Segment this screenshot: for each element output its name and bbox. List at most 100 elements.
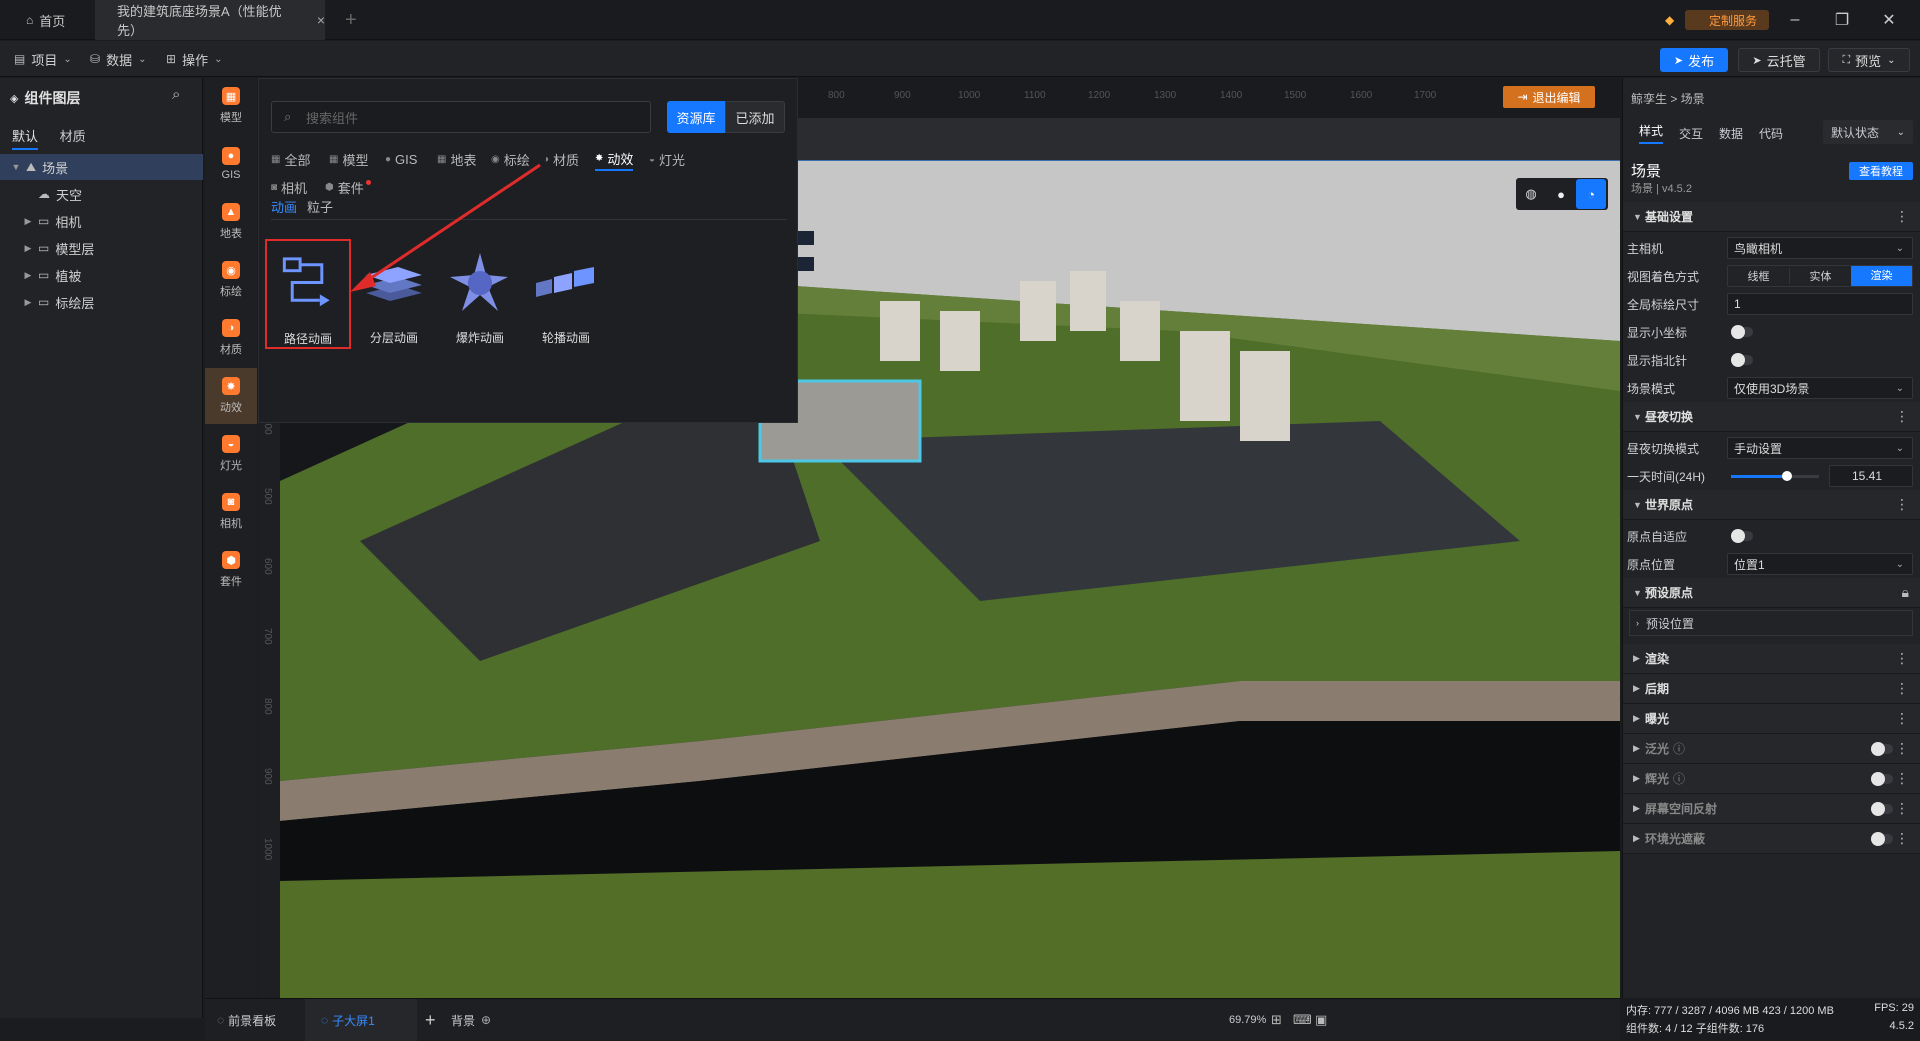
category-model[interactable]: ▦ 模型 — [205, 78, 257, 134]
library-tab-button[interactable]: 资源库 — [667, 101, 725, 133]
tree-item-models[interactable]: ▶ ▭ 模型层 — [0, 235, 203, 261]
time-slider-knob[interactable] — [1782, 471, 1793, 481]
custom-service-badge[interactable]: ◆ 定制服务 — [1665, 10, 1769, 30]
category-effect[interactable]: ✸ 动效 — [205, 368, 257, 424]
tree-item-sky[interactable]: ☁ 天空 — [0, 181, 203, 207]
tab-subscreen[interactable]: ◌ 子大屏1 — [305, 999, 417, 1041]
section-render[interactable]: ▶ 渲染 ⋮ — [1623, 644, 1920, 674]
more-icon[interactable]: ⋮ — [1895, 208, 1909, 225]
menu-data[interactable]: ⛁ 数据 ⌄ — [90, 41, 146, 77]
category-marker[interactable]: ◉ 标绘 — [205, 252, 257, 308]
category-terrain[interactable]: ▲ 地表 — [205, 194, 257, 250]
menu-operate[interactable]: ⊞ 操作 ⌄ — [166, 41, 222, 77]
keyboard-icon[interactable]: ⌨ — [1293, 999, 1312, 1041]
section-basic[interactable]: ▼ 基础设置 ⋮ — [1623, 202, 1920, 232]
tab-data[interactable]: 数据 — [1719, 125, 1743, 142]
publish-button[interactable]: ➤ 发布 — [1660, 48, 1728, 72]
render-sphere-icon[interactable]: ◔ — [1576, 179, 1606, 209]
section-daynight[interactable]: ▼ 昼夜切换 ⋮ — [1623, 402, 1920, 432]
layer-tab-default[interactable]: 默认 — [12, 129, 39, 150]
component-path-animation[interactable]: 路径动画 — [265, 239, 351, 349]
tree-item-camera[interactable]: ▶ ▭ 相机 — [0, 208, 203, 234]
close-window-icon[interactable]: ✕ — [1877, 8, 1901, 32]
menu-project[interactable]: ▤ 项目 ⌄ — [14, 41, 72, 77]
category-kit[interactable]: ⬢ 套件 — [205, 542, 257, 598]
more-icon[interactable]: ⋮ — [1895, 770, 1909, 787]
origin-pos-select[interactable]: 位置1 ⌄ — [1727, 553, 1913, 575]
tree-item-vegetation[interactable]: ▶ ▭ 植被 — [0, 262, 203, 288]
more-icon[interactable]: ⋮ — [1895, 800, 1909, 817]
added-tab-button[interactable]: 已添加 — [725, 101, 785, 133]
more-icon[interactable]: ⋮ — [1895, 496, 1909, 513]
component-search-input[interactable]: ⌕ 搜索组件 — [271, 101, 651, 133]
section-origin[interactable]: ▼ 世界原点 ⋮ — [1623, 490, 1920, 520]
close-tab-icon[interactable]: × — [317, 12, 325, 28]
shading-render[interactable]: 渲染 — [1851, 266, 1912, 286]
section-flood[interactable]: ▶ 泛光 ⓘ ⋮ — [1623, 734, 1920, 764]
preset-position-row[interactable]: › 预设位置 — [1629, 610, 1913, 636]
section-glow[interactable]: ▶ 辉光 ⓘ ⋮ — [1623, 764, 1920, 794]
filter-all[interactable]: ▦ 全部 — [271, 147, 310, 171]
category-gis[interactable]: ● GIS — [205, 136, 257, 192]
preview-button[interactable]: ⛶ 预览 ⌄ — [1828, 48, 1910, 72]
fit-screen-icon[interactable]: ⊞ — [1271, 999, 1282, 1041]
more-icon[interactable]: ⋮ — [1895, 680, 1909, 697]
tree-item-markers[interactable]: ▶ ▭ 标绘层 — [0, 289, 203, 315]
tab-home[interactable]: ⌂ 首页 — [0, 0, 95, 40]
state-select[interactable]: 默认状态 ⌄ — [1823, 120, 1913, 144]
origin-auto-toggle[interactable] — [1731, 529, 1753, 543]
solid-sphere-icon[interactable]: ● — [1546, 187, 1576, 202]
tab-interaction[interactable]: 交互 — [1679, 125, 1703, 142]
main-camera-select[interactable]: 鸟瞰相机 ⌄ — [1727, 237, 1913, 259]
subtab-particle[interactable]: 粒子 — [307, 197, 333, 216]
add-tab-icon[interactable]: + — [345, 0, 357, 40]
section-preset[interactable]: ▼ 预设原点 🔒︎ — [1623, 578, 1920, 608]
daynight-mode-select[interactable]: 手动设置 ⌄ — [1727, 437, 1913, 459]
more-icon[interactable]: ⋮ — [1895, 830, 1909, 847]
tab-scene[interactable]: 我的建筑底座场景A（性能优先） × — [95, 0, 325, 40]
minimize-icon[interactable]: – — [1783, 8, 1807, 32]
section-ao[interactable]: ▶ 环境光遮蔽 ⋮ — [1623, 824, 1920, 854]
ao-toggle[interactable] — [1871, 832, 1893, 846]
shading-solid[interactable]: 实体 — [1789, 268, 1851, 284]
add-screen-icon[interactable]: + — [425, 999, 436, 1041]
marker-size-input[interactable]: 1 — [1727, 293, 1913, 315]
more-icon[interactable]: ⋮ — [1895, 740, 1909, 757]
tab-code[interactable]: 代码 — [1759, 125, 1783, 142]
exit-edit-button[interactable]: ⇥ 退出编辑 — [1503, 86, 1595, 108]
more-icon[interactable]: ⋮ — [1895, 408, 1909, 425]
filter-effect[interactable]: ✸ 动效 — [595, 147, 634, 171]
section-post[interactable]: ▶ 后期 ⋮ — [1623, 674, 1920, 704]
tree-item-scene[interactable]: ▼ ⛰ 场景 — [0, 154, 203, 180]
shading-wireframe[interactable]: 线框 — [1728, 268, 1789, 284]
category-light[interactable]: ◒ 灯光 — [205, 426, 257, 482]
subtab-animation[interactable]: 动画 — [271, 197, 297, 216]
tutorial-button[interactable]: 查看教程 — [1849, 162, 1913, 180]
restore-icon[interactable]: ❐ — [1830, 8, 1854, 32]
more-icon[interactable]: ⋮ — [1895, 650, 1909, 667]
search-icon[interactable]: ⌕ — [172, 86, 180, 103]
terminal-icon[interactable]: ▣ — [1315, 999, 1327, 1041]
lock-icon[interactable]: 🔒︎ — [1902, 584, 1909, 601]
tab-background[interactable]: 背景 ⊕ — [451, 999, 491, 1041]
filter-camera[interactable]: ◙ 相机 — [271, 175, 307, 199]
more-icon[interactable]: ⋮ — [1895, 710, 1909, 727]
tab-foreground[interactable]: ◌ 前景看板 — [217, 999, 276, 1041]
time-slider-track[interactable] — [1731, 471, 1819, 481]
section-exposure[interactable]: ▶ 曝光 ⋮ — [1623, 704, 1920, 734]
show-compass-toggle[interactable] — [1731, 353, 1753, 367]
layer-tab-material[interactable]: 材质 — [60, 129, 86, 144]
ssr-toggle[interactable] — [1871, 802, 1893, 816]
flood-toggle[interactable] — [1871, 742, 1893, 756]
category-camera[interactable]: ◙ 相机 — [205, 484, 257, 540]
scene-mode-select[interactable]: 仅使用3D场景 ⌄ — [1727, 377, 1913, 399]
time-input[interactable]: 15.41 — [1829, 465, 1913, 487]
tab-style[interactable]: 样式 — [1639, 122, 1664, 144]
show-axis-toggle[interactable] — [1731, 325, 1753, 339]
wireframe-sphere-icon[interactable]: ◍ — [1516, 186, 1546, 202]
filter-light[interactable]: ◒ 灯光 — [649, 147, 685, 171]
glow-toggle[interactable] — [1871, 772, 1893, 786]
cloud-hosting-button[interactable]: ➤ 云托管 — [1738, 48, 1820, 72]
section-ssr[interactable]: ▶ 屏幕空间反射 ⋮ — [1623, 794, 1920, 824]
category-material[interactable]: ◑ 材质 — [205, 310, 257, 366]
